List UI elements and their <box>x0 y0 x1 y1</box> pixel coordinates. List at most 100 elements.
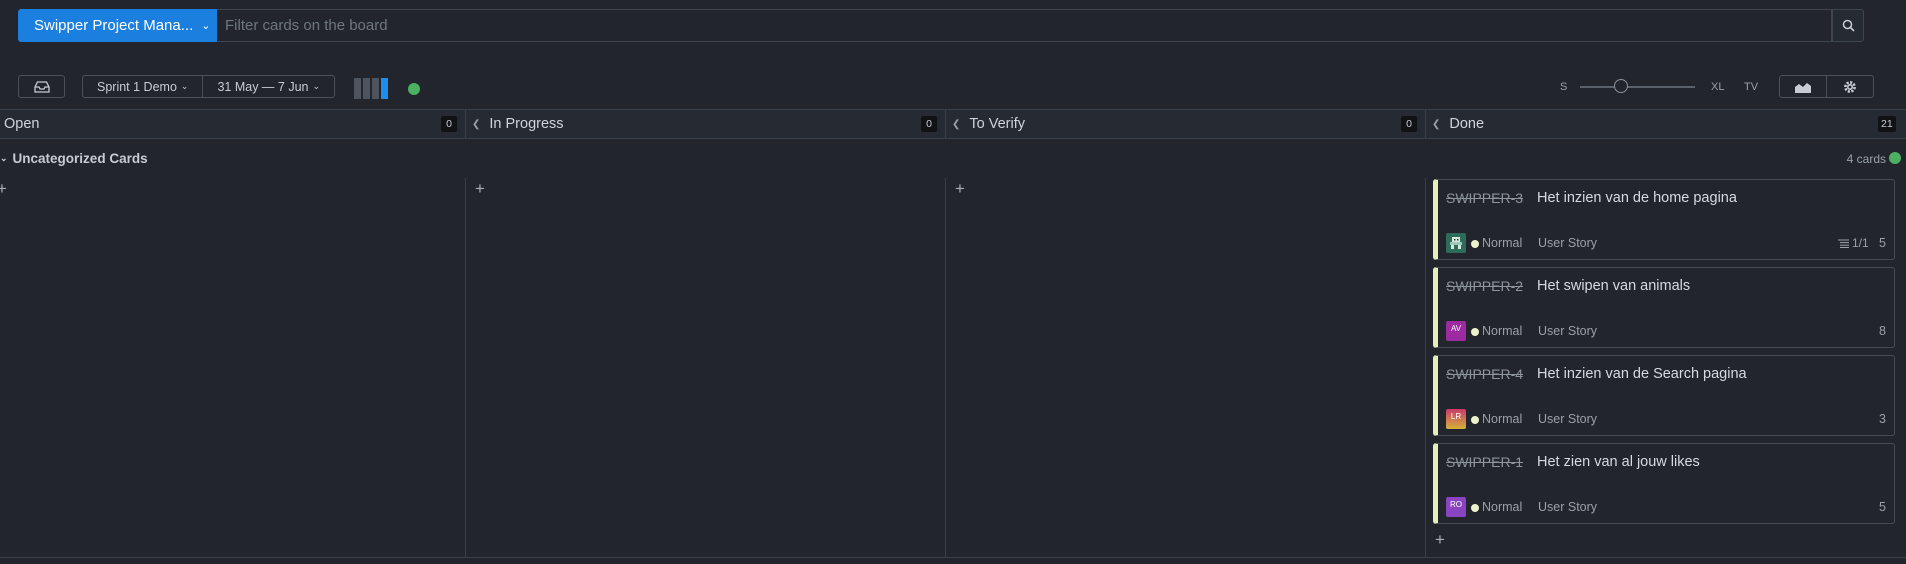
chevron-down-icon: ⌄ <box>312 81 321 91</box>
board-toolbar: Sprint 1 Demo ⌄ 31 May — 7 Jun ⌄ S XL TV <box>0 73 1906 100</box>
settings-button[interactable] <box>1826 76 1873 97</box>
inbox-icon <box>33 80 50 93</box>
search-button[interactable] <box>1832 9 1864 42</box>
swimlane-status-dot <box>1889 152 1901 164</box>
chevron-left-icon[interactable]: ❮ <box>952 119 960 130</box>
swimlane-title: Uncategorized Cards <box>12 151 148 166</box>
progress-segment <box>363 78 370 99</box>
column-title: Done <box>1449 116 1485 132</box>
sprint-selector-group: Sprint 1 Demo ⌄ 31 May — 7 Jun ⌄ <box>82 75 336 98</box>
inbox-button[interactable] <box>18 75 65 98</box>
card-title: Het inzien van de Search pagina <box>1537 366 1747 382</box>
chart-button[interactable] <box>1780 76 1826 97</box>
priority-dot <box>1471 240 1479 248</box>
avatar-initials: AV <box>1450 324 1462 333</box>
project-selector-button[interactable]: Swipper Project Mana... ⌄ <box>18 9 217 42</box>
column-title: To Verify <box>969 116 1025 132</box>
board-actions-group <box>1779 75 1874 98</box>
column-divider <box>1425 178 1426 558</box>
card-type: User Story <box>1538 324 1598 338</box>
card-title: Het inzien van de home pagina <box>1537 190 1737 206</box>
card-points: 5 <box>1879 236 1886 250</box>
card[interactable]: SWIPPER-4 Het inzien van de Search pagin… <box>1433 355 1895 436</box>
avatar[interactable]: LR <box>1446 409 1466 429</box>
sprint-dropdown[interactable]: Sprint 1 Demo ⌄ <box>83 76 202 97</box>
column-header-done: ❮ Done <box>1432 110 1484 138</box>
card-type: User Story <box>1538 500 1598 514</box>
swimlane-card-count: 4 cards <box>1846 152 1886 166</box>
priority-dot <box>1471 504 1479 512</box>
card-type: User Story <box>1538 412 1598 426</box>
card-id: SWIPPER-3 <box>1446 190 1524 206</box>
column-count-badge: 21 <box>1878 116 1896 132</box>
avatar-initials: LR <box>1450 412 1462 421</box>
column-header-to-verify: ❮ To Verify <box>952 110 1025 138</box>
column-count-badge: 0 <box>441 116 457 132</box>
column-headers: Open 0 ❮ In Progress 0 ❮ To Verify 0 ❮ D… <box>0 109 1906 139</box>
card-type: User Story <box>1538 236 1598 250</box>
column-title: In Progress <box>489 116 564 132</box>
sprint-progress-indicator[interactable] <box>354 78 388 99</box>
size-small-label: S <box>1560 81 1568 93</box>
avatar[interactable]: RO <box>1446 497 1466 517</box>
card-task-count: 1/1 <box>1852 236 1869 250</box>
card-id: SWIPPER-4 <box>1446 366 1524 382</box>
add-card-button-to-verify[interactable]: + <box>955 180 965 197</box>
card[interactable]: SWIPPER-1 Het zien van al jouw likes RO … <box>1433 443 1895 524</box>
card-title: Het zien van al jouw likes <box>1537 454 1700 470</box>
card-size-slider-handle[interactable] <box>1614 79 1628 93</box>
tv-mode-toggle[interactable]: TV <box>1744 81 1758 93</box>
progress-segment-active <box>381 78 388 99</box>
board-filter-input[interactable] <box>217 9 1832 42</box>
progress-segment <box>372 78 379 99</box>
avatar-initials: RO <box>1450 500 1462 509</box>
gear-icon <box>1844 80 1856 93</box>
card[interactable]: SWIPPER-2 Het swipen van animals AV Norm… <box>1433 267 1895 348</box>
avatar-icon <box>1450 237 1462 249</box>
column-count-badge: 0 <box>921 116 937 132</box>
date-range-dropdown[interactable]: 31 May — 7 Jun ⌄ <box>202 76 334 97</box>
column-count-badge: 0 <box>1401 116 1417 132</box>
column-divider <box>1425 110 1426 138</box>
card-id: SWIPPER-2 <box>1446 278 1524 294</box>
top-bar: Swipper Project Mana... ⌄ <box>18 9 1864 42</box>
priority-dot <box>1471 328 1479 336</box>
card-tasks: 1/1 <box>1838 236 1869 250</box>
card-points: 8 <box>1879 324 1886 338</box>
chevron-down-icon: ⌄ <box>180 81 189 91</box>
column-divider <box>465 178 466 558</box>
avatar[interactable] <box>1446 233 1466 253</box>
chevron-down-icon: ⌄ <box>201 20 211 32</box>
list-icon <box>1838 239 1849 248</box>
card-priority: Normal <box>1482 236 1523 250</box>
card-priority: Normal <box>1482 412 1523 426</box>
date-range-label: 31 May — 7 Jun <box>217 79 309 94</box>
add-card-button-done[interactable]: + <box>1435 531 1445 548</box>
card-points: 5 <box>1879 500 1886 514</box>
chart-icon <box>1795 82 1811 93</box>
chevron-left-icon[interactable]: ❮ <box>472 119 480 130</box>
swimlane-header[interactable]: ⌄ Uncategorized Cards <box>0 151 148 166</box>
column-divider <box>945 110 946 138</box>
card-priority: Normal <box>1482 500 1523 514</box>
card[interactable]: SWIPPER-3 Het inzien van de home pagina … <box>1433 179 1895 260</box>
column-header-open: Open <box>4 110 39 138</box>
column-divider <box>465 110 466 138</box>
add-card-button-in-progress[interactable]: + <box>475 180 485 197</box>
column-header-in-progress: ❮ In Progress <box>472 110 564 138</box>
card-id: SWIPPER-1 <box>1446 454 1524 470</box>
priority-dot <box>1471 416 1479 424</box>
sprint-label: Sprint 1 Demo <box>97 79 177 94</box>
card-title: Het swipen van animals <box>1537 278 1691 294</box>
add-card-button-open[interactable]: + <box>0 180 7 197</box>
column-divider <box>945 178 946 558</box>
avatar[interactable]: AV <box>1446 321 1466 341</box>
size-xl-label: XL <box>1711 81 1725 93</box>
board-bottom-border <box>0 557 1906 558</box>
chevron-left-icon[interactable]: ❮ <box>1432 119 1440 130</box>
chevron-down-icon: ⌄ <box>0 153 8 163</box>
project-selector-label: Swipper Project Mana... <box>34 17 194 34</box>
progress-segment <box>354 78 361 99</box>
card-points: 3 <box>1879 412 1886 426</box>
card-size-slider[interactable] <box>1580 86 1695 88</box>
